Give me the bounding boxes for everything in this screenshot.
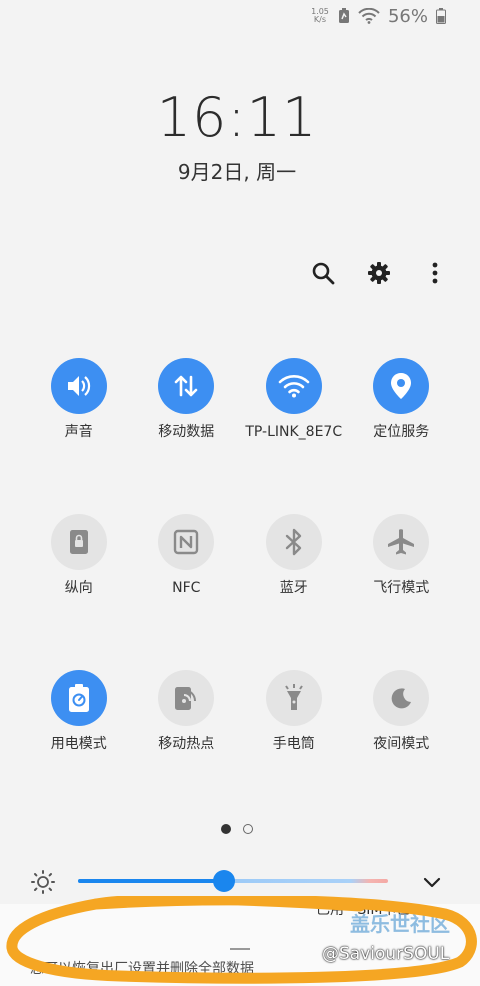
power-mode-icon [68, 684, 89, 712]
search-icon [312, 262, 335, 285]
tile-label: 用电模式 [50, 736, 107, 752]
gear-icon [368, 262, 390, 284]
battery-percent: 56% [387, 5, 428, 27]
page-indicator [0, 824, 474, 834]
tiles-row-1: 声音 移动数据 TP-LINK_8E7C 定位服务 [25, 358, 455, 514]
wifi-icon [278, 375, 310, 398]
tile-flashlight[interactable]: 手电筒 [240, 670, 348, 826]
status-bar: 1.05 K/s 56% [310, 4, 446, 28]
tile-location-button[interactable] [373, 358, 430, 414]
tile-portrait-button[interactable] [50, 514, 107, 570]
tiles-row-3: 用电模式 移动热点 手电筒 夜间模式 [25, 670, 455, 826]
tile-sound-button[interactable] [50, 358, 107, 414]
tile-label: NFC [172, 580, 201, 596]
tile-label: 手电筒 [272, 736, 315, 752]
tiles-row-2: 纵向 NFC 蓝牙 飞行模式 [25, 514, 455, 670]
more-options-button[interactable] [420, 258, 450, 288]
tile-night-mode-button[interactable] [373, 670, 430, 726]
tile-label: 移动热点 [158, 736, 215, 752]
tile-nfc[interactable]: NFC [133, 514, 241, 670]
tile-label: 移动数据 [158, 424, 215, 440]
tile-hotspot[interactable]: 移动热点 [133, 670, 241, 826]
network-speed: 1.05 K/s [311, 7, 329, 24]
tile-flashlight-button[interactable] [265, 670, 322, 726]
tile-label: 蓝牙 [279, 580, 308, 596]
battery-saver-icon [338, 8, 350, 24]
tile-wifi-button[interactable] [265, 358, 322, 414]
brightness-slider-fill [78, 879, 224, 883]
orange-scribble-annotation [6, 896, 477, 984]
portrait-lock-icon [69, 530, 88, 554]
quick-settings-grid: 声音 移动数据 TP-LINK_8E7C 定位服务 纵向 NFC 蓝牙 飞行模式… [25, 358, 455, 826]
tile-mobile-data-button[interactable] [158, 358, 215, 414]
brightness-icon [31, 870, 55, 894]
airplane-icon [388, 529, 415, 555]
page-dot-1[interactable] [221, 824, 231, 834]
page-dot-2[interactable] [243, 824, 253, 834]
battery-icon [436, 8, 446, 24]
tile-label: 纵向 [64, 580, 93, 596]
wifi-icon [358, 8, 380, 24]
bluetooth-icon [285, 528, 301, 556]
tile-mobile-data[interactable]: 移动数据 [133, 358, 241, 514]
tile-location[interactable]: 定位服务 [348, 358, 456, 514]
tile-airplane-button[interactable] [373, 514, 430, 570]
tile-power-mode-button[interactable] [50, 670, 107, 726]
flashlight-icon [284, 684, 303, 710]
tile-night-mode[interactable]: 夜间模式 [348, 670, 456, 826]
more-vertical-icon [432, 262, 438, 284]
tile-sound[interactable]: 声音 [25, 358, 133, 514]
tile-wifi[interactable]: TP-LINK_8E7C [240, 358, 348, 514]
chevron-down-icon[interactable] [420, 870, 444, 894]
clock: 16:11 [156, 86, 318, 149]
tile-hotspot-button[interactable] [158, 670, 215, 726]
location-icon [391, 373, 412, 399]
tile-label: TP-LINK_8E7C [245, 424, 343, 440]
tile-bluetooth-button[interactable] [265, 514, 322, 570]
hotspot-icon [175, 687, 197, 710]
tile-label: 声音 [64, 424, 93, 440]
volume-icon [67, 376, 90, 396]
brightness-control [30, 866, 450, 896]
tile-label: 飞行模式 [373, 580, 430, 596]
mobile-data-icon [174, 375, 198, 397]
panel-header-actions [308, 258, 450, 288]
night-mode-icon [391, 688, 412, 709]
brightness-slider-thumb[interactable] [212, 870, 235, 892]
tile-power-mode[interactable]: 用电模式 [25, 670, 133, 826]
tile-nfc-button[interactable] [158, 514, 215, 570]
tile-airplane[interactable]: 飞行模式 [348, 514, 456, 670]
tile-bluetooth[interactable]: 蓝牙 [240, 514, 348, 670]
date: 9月2日, 周一 [177, 160, 297, 184]
tile-label: 定位服务 [373, 424, 430, 440]
nfc-icon [174, 529, 199, 555]
settings-button[interactable] [364, 258, 394, 288]
search-button[interactable] [308, 258, 338, 288]
tile-label: 夜间模式 [373, 736, 430, 752]
tile-portrait[interactable]: 纵向 [25, 514, 133, 670]
